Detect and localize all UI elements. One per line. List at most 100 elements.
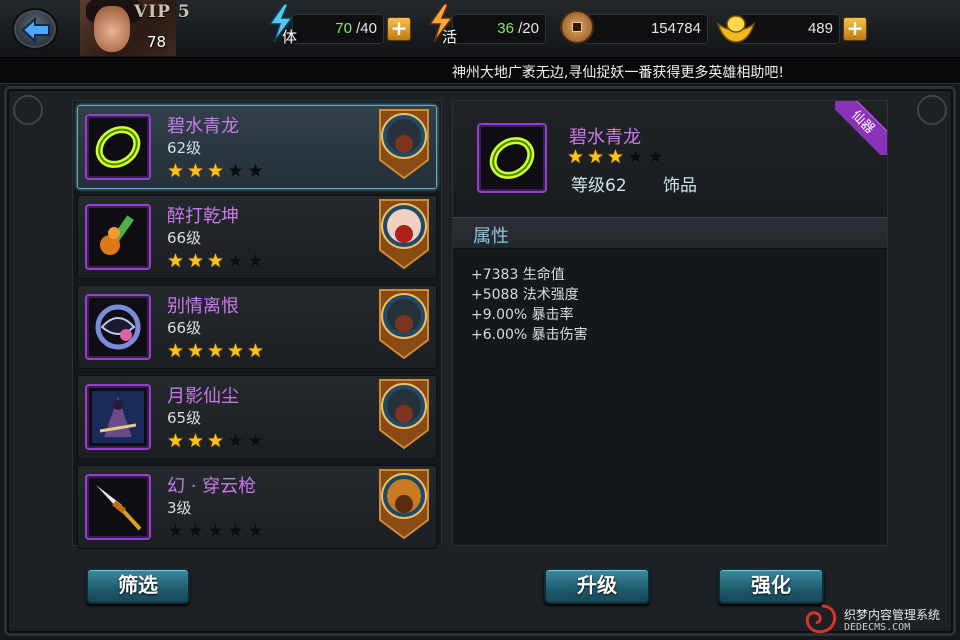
add-stamina-button[interactable]: +: [387, 17, 411, 41]
detail-item-type: 饰品: [663, 176, 697, 196]
star-empty-icon: ★: [247, 160, 265, 182]
attribute-line: +7383 生命值: [471, 267, 565, 283]
jade-ring-icon: [85, 114, 151, 180]
star-filled-icon: ★: [567, 146, 585, 168]
stamina-icon: 体: [266, 4, 306, 52]
watermark-text: 织梦内容管理系统: [844, 608, 941, 622]
star-empty-icon: ★: [187, 520, 205, 542]
notice-bar: 神州大地广袤无边,寻仙捉妖一番获得更多英雄相助吧!: [0, 58, 960, 84]
star-rating: ★ ★ ★ ★ ★: [167, 251, 267, 271]
attributes-header: 属性: [453, 217, 887, 249]
star-rating: ★ ★ ★ ★ ★: [167, 431, 267, 451]
equipment-level: 66级: [167, 229, 202, 247]
star-filled-icon: ★: [187, 160, 205, 182]
equipment-name: 幻 · 穿云枪: [167, 476, 257, 497]
equipped-hero-badge[interactable]: [376, 108, 432, 180]
frame-ornament: [917, 95, 947, 125]
stamina-tag: 体: [282, 28, 298, 46]
star-empty-icon: ★: [167, 520, 185, 542]
equipment-name: 别情离恨: [167, 296, 239, 317]
energy-tag: 活: [442, 28, 458, 46]
attribute-line: +9.00% 暴击率: [471, 307, 574, 323]
equipped-hero-badge[interactable]: [376, 288, 432, 360]
energy-value: 36 /20: [497, 20, 539, 37]
top-bar: VIP 5 78 70 /40 体 + 36 /20 活 154784 489 …: [0, 0, 960, 58]
star-empty-icon: ★: [227, 250, 245, 272]
star-filled-icon: ★: [167, 340, 185, 362]
stamina-current: 70: [335, 20, 352, 37]
equipment-name: 醉打乾坤: [167, 206, 239, 227]
back-button[interactable]: [12, 8, 58, 50]
enhance-button[interactable]: 强化: [718, 568, 824, 604]
frame-ornament: [13, 95, 43, 125]
upgrade-button[interactable]: 升级: [544, 568, 650, 604]
avatar-face: [94, 6, 130, 52]
star-rating: ★ ★ ★ ★ ★: [167, 521, 267, 541]
bearded-warrior-portrait-icon: [379, 289, 429, 360]
star-rating: ★ ★ ★ ★ ★: [167, 161, 267, 181]
star-empty-icon: ★: [247, 250, 265, 272]
star-filled-icon: ★: [167, 250, 185, 272]
watermark-logo-icon: [805, 604, 837, 634]
equipment-list-item[interactable]: 幻 · 穿云枪 3级 ★ ★ ★ ★ ★: [77, 465, 437, 549]
attributes-list: +7383 生命值 +5088 法术强度 +9.00% 暴击率 +6.00% 暴…: [471, 265, 588, 345]
equipment-list[interactable]: 碧水青龙 62级 ★ ★ ★ ★ ★ 醉打乾坤 66级 ★ ★ ★ ★ ★ 别情离恨 66级 ★ ★ ★ ★ ★ 月影仙尘…: [72, 100, 442, 549]
star-filled-icon: ★: [187, 250, 205, 272]
equipped-hero-badge[interactable]: [376, 468, 432, 540]
detail-star-rating: ★ ★ ★ ★ ★: [567, 147, 667, 167]
energy-current: 36: [497, 20, 514, 37]
equipment-list-item[interactable]: 碧水青龙 62级 ★ ★ ★ ★ ★: [77, 105, 437, 189]
spear-icon: [85, 474, 151, 540]
cloak-figure-icon: [85, 384, 151, 450]
mask-ring-icon: [85, 294, 151, 360]
star-filled-icon: ★: [247, 340, 265, 362]
star-filled-icon: ★: [187, 430, 205, 452]
attribute-line: +6.00% 暴击伤害: [471, 327, 588, 343]
star-filled-icon: ★: [207, 250, 225, 272]
star-rating: ★ ★ ★ ★ ★: [167, 341, 267, 361]
red-hair-girl-portrait-icon: [379, 199, 429, 270]
armored-general-portrait-icon: [379, 469, 429, 540]
star-filled-icon: ★: [607, 146, 625, 168]
equipment-name: 碧水青龙: [167, 116, 239, 137]
equipment-list-item[interactable]: 月影仙尘 65级 ★ ★ ★ ★ ★: [77, 375, 437, 459]
equipment-level: 65级: [167, 409, 202, 427]
ingots-value: 489: [807, 20, 833, 37]
equipped-hero-badge[interactable]: [376, 378, 432, 450]
energy-max: /20: [518, 20, 539, 37]
bearded-warrior-portrait-icon: [379, 109, 429, 180]
add-ingots-button[interactable]: +: [843, 17, 867, 41]
equipment-name: 月影仙尘: [167, 386, 239, 407]
coin-icon: [560, 10, 594, 44]
watermark-url: DEDECMS.COM: [844, 622, 911, 633]
equipment-list-item[interactable]: 别情离恨 66级 ★ ★ ★ ★ ★: [77, 285, 437, 369]
filter-button[interactable]: 筛选: [86, 568, 190, 604]
quality-ribbon-label: 仙器: [835, 101, 887, 155]
equipment-level: 66级: [167, 319, 202, 337]
player-level: 78: [147, 33, 167, 51]
vip-label[interactable]: VIP 5: [134, 2, 191, 22]
star-empty-icon: ★: [247, 430, 265, 452]
equipment-detail: 碧水青龙 ★ ★ ★ ★ ★ 等级62 饰品 仙器 属性 +7383 生命值 +5088…: [452, 100, 888, 546]
gold-ingot-icon: [716, 12, 756, 48]
equipped-hero-badge[interactable]: [376, 198, 432, 270]
star-empty-icon: ★: [227, 520, 245, 542]
detail-item-level: 等级62: [571, 176, 627, 196]
notice-text: 神州大地广袤无边,寻仙捉妖一番获得更多英雄相助吧!: [451, 65, 784, 81]
coins-box: 154784: [584, 14, 708, 44]
bearded-warrior-portrait-icon: [379, 379, 429, 450]
back-arrow-icon: [21, 17, 50, 43]
watermark: 织梦内容管理系统 DEDECMS.COM: [804, 604, 954, 638]
coins-value: 154784: [650, 20, 701, 37]
star-filled-icon: ★: [587, 146, 605, 168]
equipment-list-item[interactable]: 醉打乾坤 66级 ★ ★ ★ ★ ★: [77, 195, 437, 279]
equipment-level: 3级: [167, 499, 192, 517]
stamina-value: 70 /40: [335, 20, 377, 37]
attribute-line: +5088 法术强度: [471, 287, 579, 303]
stamina-max: /40: [356, 20, 377, 37]
star-filled-icon: ★: [207, 430, 225, 452]
equipment-level: 62级: [167, 139, 202, 157]
attributes-title: 属性: [473, 226, 509, 247]
star-empty-icon: ★: [227, 430, 245, 452]
energy-box: 36 /20: [452, 14, 546, 44]
